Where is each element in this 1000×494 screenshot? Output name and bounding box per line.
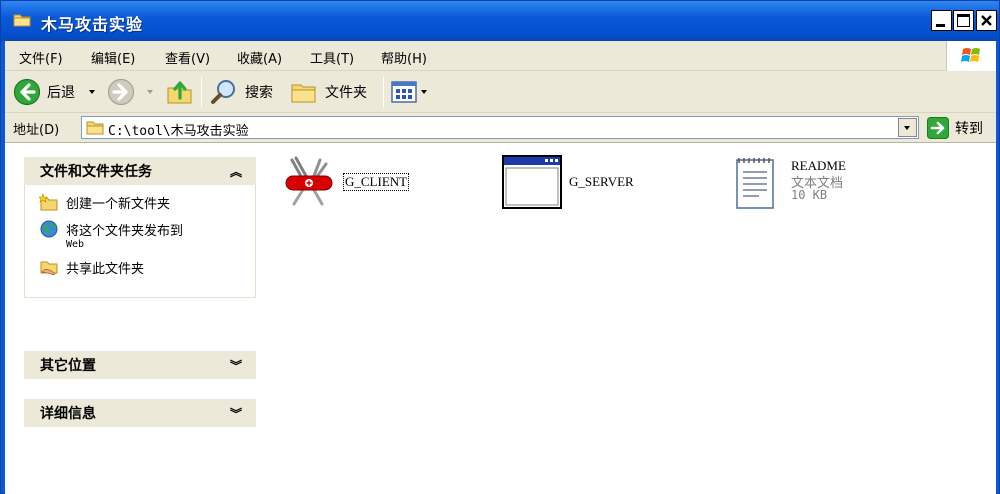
globe-icon xyxy=(40,220,58,238)
chevron-down-icon[interactable]: ︾ xyxy=(230,357,242,374)
swiss-knife-icon xyxy=(285,156,333,206)
menu-favorites[interactable]: 收藏(A) xyxy=(237,48,282,67)
forward-arrow-icon xyxy=(107,78,135,106)
window-client: 文件(F) 编辑(E) 查看(V) 收藏(A) 工具(T) 帮助(H) 后退 搜… xyxy=(5,41,996,494)
tasks-panel-title: 文件和文件夹任务 xyxy=(40,164,152,180)
other-places-title: 其它位置 xyxy=(40,358,96,374)
title-bar[interactable]: 木马攻击实验 xyxy=(1,1,999,41)
task-label: 创建一个新文件夹 xyxy=(66,197,171,212)
menu-file[interactable]: 文件(F) xyxy=(19,48,63,67)
other-places-header[interactable]: 其它位置 ︾ xyxy=(24,351,256,379)
menu-bar: 文件(F) 编辑(E) 查看(V) 收藏(A) 工具(T) 帮助(H) xyxy=(5,41,996,71)
views-icon xyxy=(391,81,417,103)
toolbar-separator xyxy=(383,77,384,107)
menu-help[interactable]: 帮助(H) xyxy=(381,48,427,67)
task-pane: 文件和文件夹任务 ︽ 创建一个新文件夹 将这个文件夹发布到 Web 共享此文件夹… xyxy=(5,144,275,494)
folder-icon xyxy=(86,121,104,135)
go-arrow-icon xyxy=(927,117,949,139)
folders-label: 文件夹 xyxy=(325,85,367,101)
address-path: C:\tool\木马攻击实验 xyxy=(108,124,249,139)
tasks-panel-body: 创建一个新文件夹 将这个文件夹发布到 Web 共享此文件夹 xyxy=(24,185,256,298)
forward-button[interactable] xyxy=(107,77,153,107)
chevron-down-icon xyxy=(904,126,910,130)
search-label: 搜索 xyxy=(245,85,273,101)
address-bar: 地址(D) C:\tool\木马攻击实验 转到 xyxy=(5,113,996,143)
standard-toolbar: 后退 搜索 文件夹 xyxy=(5,71,996,113)
maximize-button[interactable] xyxy=(953,10,974,31)
details-header[interactable]: 详细信息 ︾ xyxy=(24,399,256,427)
forward-dropdown-icon[interactable] xyxy=(147,90,153,94)
explorer-window: 木马攻击实验 文件(F) 编辑(E) 查看(V) 收藏(A) 工具(T) 帮助(… xyxy=(0,0,1000,494)
other-places-panel: 其它位置 ︾ xyxy=(24,351,256,379)
views-button[interactable] xyxy=(391,77,427,107)
details-panel: 详细信息 ︾ xyxy=(24,399,256,427)
file-folder-tasks-panel: 文件和文件夹任务 ︽ 创建一个新文件夹 将这个文件夹发布到 Web 共享此文件夹 xyxy=(24,157,256,298)
chevron-up-icon[interactable]: ︽ xyxy=(230,163,242,180)
go-label: 转到 xyxy=(955,121,983,137)
menu-edit[interactable]: 编辑(E) xyxy=(91,48,135,67)
application-window-icon xyxy=(502,155,562,209)
address-label: 地址(D) xyxy=(13,123,60,138)
menu-view[interactable]: 查看(V) xyxy=(165,48,210,67)
folders-button[interactable]: 文件夹 xyxy=(289,77,367,107)
back-arrow-icon xyxy=(13,78,41,106)
tasks-panel-header[interactable]: 文件和文件夹任务 ︽ xyxy=(24,157,256,185)
share-folder-icon xyxy=(40,261,58,276)
close-icon xyxy=(981,15,992,26)
close-button[interactable] xyxy=(976,10,997,31)
minimize-button[interactable] xyxy=(931,10,952,31)
search-button[interactable]: 搜索 xyxy=(209,77,273,107)
details-title: 详细信息 xyxy=(40,406,96,422)
up-folder-button[interactable] xyxy=(165,77,195,107)
file-name: G_CLIENT xyxy=(342,173,410,191)
chevron-down-icon[interactable]: ︾ xyxy=(230,405,242,422)
file-name: G_SERVER xyxy=(569,174,634,189)
content-area: 文件和文件夹任务 ︽ 创建一个新文件夹 将这个文件夹发布到 Web 共享此文件夹… xyxy=(5,144,996,494)
task-label: 将这个文件夹发布到 xyxy=(66,224,184,239)
file-size: 10 KB xyxy=(791,188,828,202)
back-label: 后退 xyxy=(47,85,75,101)
windows-logo-icon xyxy=(946,41,996,71)
task-label-web: Web xyxy=(66,239,85,250)
task-share-folder[interactable]: 共享此文件夹 xyxy=(39,258,243,277)
up-folder-icon xyxy=(167,81,192,104)
address-dropdown-button[interactable] xyxy=(898,118,917,137)
back-dropdown-icon[interactable] xyxy=(89,90,95,94)
go-button[interactable]: 转到 xyxy=(927,117,983,139)
views-dropdown-icon[interactable] xyxy=(421,90,427,94)
window-title: 木马攻击实验 xyxy=(41,15,144,34)
task-publish-web[interactable]: 将这个文件夹发布到 Web xyxy=(39,220,243,250)
folders-icon xyxy=(291,84,316,103)
menu-tools[interactable]: 工具(T) xyxy=(310,48,354,67)
search-icon xyxy=(211,80,235,104)
address-input[interactable]: C:\tool\木马攻击实验 xyxy=(81,116,919,139)
new-folder-icon xyxy=(39,193,58,211)
task-label: 共享此文件夹 xyxy=(66,262,145,277)
folder-icon xyxy=(13,14,31,27)
back-button[interactable]: 后退 xyxy=(13,77,95,107)
toolbar-separator xyxy=(201,77,202,107)
text-document-icon xyxy=(736,158,774,209)
task-new-folder[interactable]: 创建一个新文件夹 xyxy=(39,193,243,212)
